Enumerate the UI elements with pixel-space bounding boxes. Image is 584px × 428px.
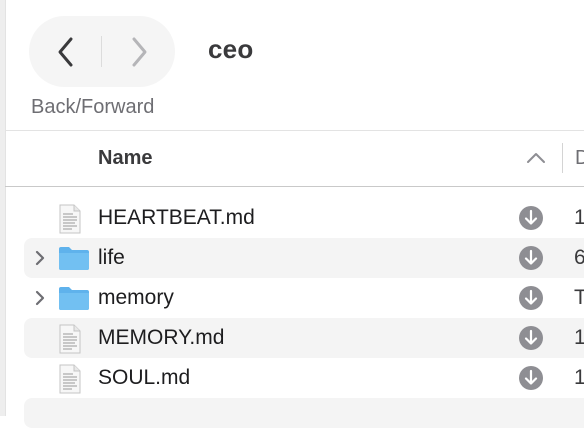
column-header-name[interactable]: Name [98,147,152,170]
download-icon[interactable] [518,285,544,311]
folder-row[interactable]: memory T [24,278,584,318]
sort-ascending-icon[interactable] [526,151,546,165]
back-forward-label: Back/Forward [31,96,155,118]
folder-name: life [98,246,125,269]
download-icon[interactable] [518,325,544,351]
chevron-left-icon [58,37,72,66]
document-icon [59,204,81,234]
download-icon[interactable] [518,205,544,231]
empty-row [24,398,584,428]
document-icon [59,364,81,394]
download-icon[interactable] [518,245,544,271]
file-row[interactable]: HEARTBEAT.md 1 [24,198,584,238]
folder-icon [59,247,89,270]
file-row[interactable]: MEMORY.md 1 [24,318,584,358]
folder-icon [59,287,89,310]
disclosure-chevron-icon[interactable] [34,250,46,266]
column-separator[interactable] [562,143,563,173]
file-name: HEARTBEAT.md [98,206,255,229]
window-title: ceo [208,34,254,64]
column-header-date[interactable]: D [575,147,584,170]
forward-button[interactable] [102,16,175,87]
date-modified-cell: 6 [574,246,584,269]
date-modified-cell: 1 [574,366,584,389]
back-button[interactable] [29,16,102,87]
list-header: Name D [5,131,584,187]
document-icon [59,324,81,354]
download-icon[interactable] [518,365,544,391]
file-name: SOUL.md [98,366,191,389]
folder-row[interactable]: life 6 [24,238,584,278]
back-forward-control [29,16,175,87]
file-row[interactable]: SOUL.md 1 [24,358,584,398]
disclosure-chevron-icon[interactable] [34,290,46,306]
date-modified-cell: 1 [574,326,584,349]
window-left-edge [0,0,6,416]
file-name: MEMORY.md [98,326,225,349]
date-modified-cell: 1 [574,206,584,229]
chevron-right-icon [132,37,146,66]
folder-name: memory [98,286,174,309]
date-modified-cell: T [574,286,584,309]
